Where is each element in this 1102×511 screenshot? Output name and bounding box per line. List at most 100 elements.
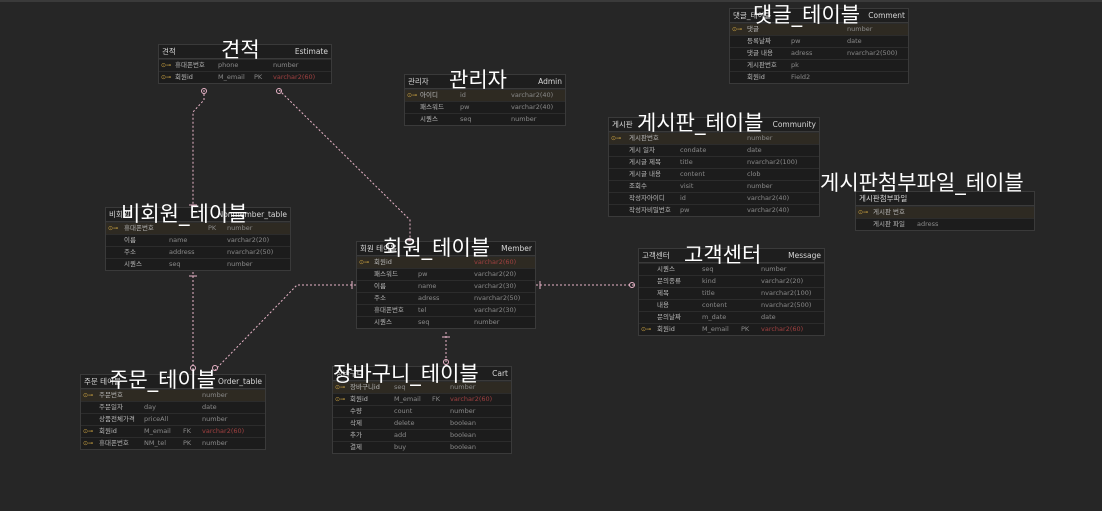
column-physical-name: pw — [460, 103, 470, 111]
column-physical-name: Field2 — [791, 73, 811, 81]
column-data-type: varchar2(60) — [202, 427, 245, 435]
table-row[interactable]: 시퀀스 seq number — [405, 113, 565, 125]
key-icon: ⊙⊸ — [732, 26, 743, 33]
table-row[interactable]: 주소 address nvarchar2(50) — [106, 246, 290, 258]
column-data-type: number — [450, 407, 476, 415]
column-data-type: varchar2(30) — [474, 282, 517, 290]
caption-community: 게시판_테이블 — [637, 111, 764, 135]
key-icon: ⊙⊸ — [359, 259, 370, 266]
column-data-type: number — [202, 439, 228, 447]
table-logical-name: 관리자 — [408, 77, 429, 86]
table-row[interactable]: 이름 name varchar2(20) — [106, 234, 290, 246]
table-row[interactable]: 시퀀스 seq number — [357, 316, 535, 328]
table-row[interactable]: 수량 count number — [333, 405, 511, 417]
table-row[interactable]: 게시글 내용 content clob — [609, 168, 819, 180]
table-row[interactable]: 결제 buy boolean — [333, 441, 511, 453]
key-icon: ⊙⊸ — [335, 396, 346, 403]
table-physical-name: Estimate — [294, 47, 328, 56]
column-data-type: varchar2(30) — [474, 306, 517, 314]
column-physical-name: name — [169, 236, 188, 244]
key-icon: ⊙⊸ — [161, 62, 172, 69]
caption-message: 고객센터 — [684, 243, 762, 267]
column-physical-name: content — [702, 301, 727, 309]
column-physical-name: buy — [394, 443, 407, 451]
column-data-type: date — [747, 146, 762, 154]
column-physical-name: name — [418, 282, 437, 290]
table-row[interactable]: 상품전체가격 priceAll number — [81, 413, 265, 425]
table-row[interactable]: 추가 add boolean — [333, 429, 511, 441]
column-data-type: date — [202, 403, 217, 411]
table-physical-name: Comment — [868, 11, 905, 20]
column-physical-name: priceAll — [144, 415, 169, 423]
column-logical-name: 작성자비밀번호 — [629, 206, 671, 214]
column-physical-name: id — [680, 194, 686, 202]
key-icon: ⊙⊸ — [611, 135, 622, 142]
table-row[interactable]: 내용 content nvarchar2(500) — [639, 299, 824, 311]
table-physical-name: Member — [501, 244, 532, 253]
column-physical-name: address — [169, 248, 195, 256]
table-row[interactable]: 조회수 visit number — [609, 180, 819, 192]
column-data-type: nvarchar2(500) — [847, 49, 898, 57]
column-logical-name: 조회수 — [629, 182, 647, 190]
column-physical-name: condate — [680, 146, 707, 154]
column-logical-name: 게시판 번호 — [873, 208, 905, 216]
table-row[interactable]: ⊙⊸ 회원id M_email PK varchar2(60) — [639, 323, 824, 335]
table-row[interactable]: ⊙⊸ 회원id M_email FK varchar2(60) — [333, 393, 511, 405]
table-row[interactable]: 게시글 제목 title nvarchar2(100) — [609, 156, 819, 168]
column-data-type: varchar2(20) — [761, 277, 804, 285]
column-data-type: number — [227, 260, 253, 268]
table-row[interactable]: 작성자아이디 id varchar2(40) — [609, 192, 819, 204]
column-data-type: nvarchar2(100) — [761, 289, 812, 297]
table-row[interactable]: 문의날짜 m_date date — [639, 311, 824, 323]
column-logical-name: 게시 일자 — [629, 146, 655, 154]
column-data-type: varchar2(60) — [450, 395, 493, 403]
table-row[interactable]: 패스워드 pw varchar2(40) — [405, 101, 565, 113]
table-row[interactable]: 시퀀스 seq number — [106, 258, 290, 270]
column-physical-name: content — [680, 170, 705, 178]
column-data-type: date — [761, 313, 776, 321]
column-data-type: clob — [747, 170, 761, 178]
column-data-type: boolean — [450, 431, 476, 439]
table-row[interactable]: 회원id Field2 — [730, 71, 908, 83]
table-row[interactable]: 패스워드 pw varchar2(20) — [357, 268, 535, 280]
table-row[interactable]: 작성자비밀번호 pw varchar2(40) — [609, 204, 819, 216]
table-row[interactable]: 게시판번호 pk — [730, 59, 908, 71]
table-row[interactable]: ⊙⊸ 회원id M_email PK varchar2(60) — [159, 71, 331, 83]
table-row[interactable]: 게시판 파일 adress — [856, 218, 1034, 230]
column-physical-name: delete — [394, 419, 415, 427]
table-row[interactable]: 주소 adress nvarchar2(50) — [357, 292, 535, 304]
column-physical-name: pw — [791, 37, 801, 45]
table-row[interactable]: 이름 name varchar2(30) — [357, 280, 535, 292]
key-icon: ⊙⊸ — [407, 92, 418, 99]
table-row[interactable]: ⊙⊸ 게시판 번호 — [856, 206, 1034, 218]
table-row[interactable]: 휴대폰번호 tel varchar2(30) — [357, 304, 535, 316]
table-row[interactable]: ⊙⊸ 회원id M_email FK varchar2(60) — [81, 425, 265, 437]
column-physical-name: title — [680, 158, 693, 166]
table-row[interactable]: 제목 title nvarchar2(100) — [639, 287, 824, 299]
table-row[interactable]: 댓글 내용 adress nvarchar2(500) — [730, 47, 908, 59]
table-row[interactable]: 문의종류 kind varchar2(20) — [639, 275, 824, 287]
column-data-type: boolean — [450, 419, 476, 427]
caption-order: 주문_테이블 — [109, 368, 217, 392]
table-physical-name: Community — [772, 120, 816, 129]
table-row[interactable]: 삭제 delete boolean — [333, 417, 511, 429]
table-row[interactable]: 게시 일자 condate date — [609, 144, 819, 156]
column-physical-name: add — [394, 431, 407, 439]
table-row[interactable]: 등록날짜 pw date — [730, 35, 908, 47]
erd-canvas: 견적 Estimate ⊙⊸ 휴대폰번호 phone number ⊙⊸ 회원id M_emai… — [0, 0, 1102, 511]
column-physical-name: tel — [418, 306, 427, 314]
column-physical-name: pw — [418, 270, 428, 278]
table-attach[interactable]: 게시판첨부파일 ⊙⊸ 게시판 번호 게시판 파일 adress — [855, 191, 1035, 231]
table-physical-name: Cart — [492, 369, 508, 378]
column-physical-name: title — [702, 289, 715, 297]
column-physical-name: kind — [702, 277, 716, 285]
column-data-type: boolean — [450, 443, 476, 451]
column-data-type: nvarchar2(50) — [227, 248, 274, 256]
column-data-type: nvarchar2(50) — [474, 294, 521, 302]
table-logical-name: 게시판 — [612, 120, 633, 129]
table-row[interactable]: ⊙⊸ 휴대폰번호 NM_tel PK number — [81, 437, 265, 449]
table-row[interactable]: 주문일자 day date — [81, 401, 265, 413]
column-data-type: varchar2(40) — [747, 194, 790, 202]
column-physical-name: visit — [680, 182, 694, 190]
column-data-type: varchar2(40) — [747, 206, 790, 214]
